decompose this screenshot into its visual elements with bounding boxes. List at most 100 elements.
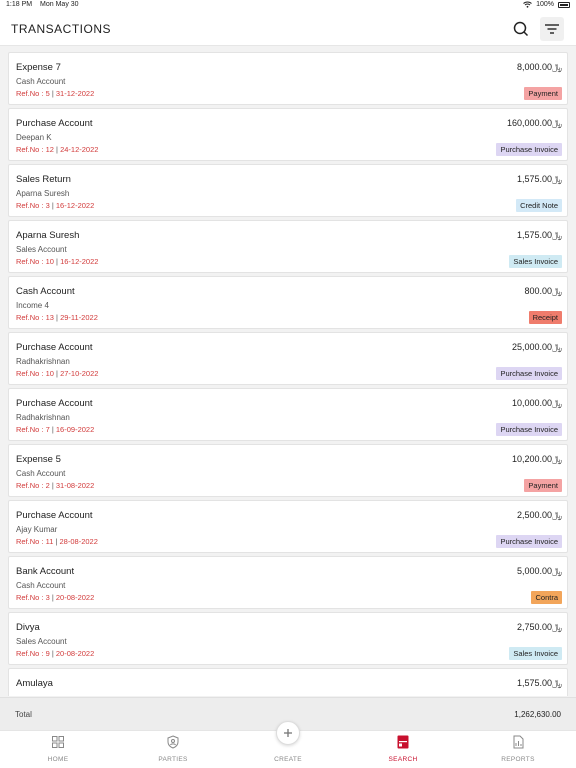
transaction-ref-line: Ref.No : 11 | 28-08-2022 <box>16 537 98 546</box>
transaction-card[interactable]: Purchase Account Radhakrishnan Ref.No : 10… <box>8 332 568 385</box>
transaction-ref-no: Ref.No : 11 <box>16 537 54 546</box>
transaction-date: 31-08-2022 <box>55 481 95 490</box>
parties-shield-icon <box>167 735 179 749</box>
transaction-card[interactable]: Purchase Account Radhakrishnan Ref.No : 7 … <box>8 388 568 441</box>
transaction-date: 20-08-2022 <box>55 593 95 602</box>
transaction-title: Purchase Account <box>16 342 93 353</box>
transaction-card[interactable]: Divya Sales Account Ref.No : 9 | 20-08-202… <box>8 612 568 665</box>
transaction-ref-line: Ref.No : 10 | 27-10-2022 <box>16 369 98 378</box>
tab-home[interactable]: HOME <box>28 735 88 763</box>
transaction-ref-no: Ref.No : 12 <box>16 145 54 154</box>
transaction-date: 31-12-2022 <box>55 89 95 98</box>
transaction-date: 16-12-2022 <box>60 257 99 266</box>
transaction-amount-line: 160,000.00﷼ <box>507 118 562 129</box>
transaction-amount-line: 8,000.00﷼ <box>517 62 562 73</box>
transaction-amount: 25,000.00 <box>511 342 553 352</box>
transaction-amount: 2,750.00 <box>516 622 553 632</box>
filter-button[interactable] <box>540 17 564 41</box>
transaction-card[interactable]: Bank Account Cash Account Ref.No : 3 | 20-… <box>8 556 568 609</box>
transaction-type-badge: Purchase Invoice <box>496 367 562 380</box>
transaction-account: Sales Account <box>16 637 67 646</box>
transaction-title: Divya <box>16 622 40 633</box>
currency-symbol: ﷼ <box>552 174 562 184</box>
transaction-title: Purchase Account <box>16 510 93 521</box>
wifi-icon <box>523 1 532 8</box>
transaction-type-badge: Payment <box>524 87 562 100</box>
transaction-card[interactable]: Purchase Account Ajay Kumar Ref.No : 11 | … <box>8 500 568 553</box>
transaction-amount-line: 10,200.00﷼ <box>512 454 562 465</box>
transaction-card[interactable]: Expense 7 Cash Account Ref.No : 5 | 31-12-… <box>8 52 568 105</box>
transaction-card[interactable]: Cash Account Income 4 Ref.No : 13 | 29-11-… <box>8 276 568 329</box>
battery-percent: 100% <box>536 1 554 8</box>
reports-icon <box>513 735 524 749</box>
currency-symbol: ﷼ <box>552 622 562 632</box>
transaction-date: 16-09-2022 <box>55 425 95 434</box>
transactions-list[interactable]: Expense 7 Cash Account Ref.No : 5 | 31-12-… <box>8 52 568 696</box>
transaction-title: Cash Account <box>16 286 75 297</box>
tab-search[interactable]: SEARCH <box>373 735 433 763</box>
transaction-type-badge: Credit Note <box>516 199 562 212</box>
transaction-account: Deepan K <box>16 133 52 142</box>
transaction-type-badge: Receipt <box>528 311 562 324</box>
battery-icon <box>558 1 570 8</box>
transaction-account: Aparna Suresh <box>16 189 70 198</box>
create-button[interactable] <box>276 721 300 745</box>
bottom-tab-bar: HOME PARTIES CREATE SEARCH REPORTS <box>0 721 576 768</box>
tab-reports[interactable]: REPORTS <box>488 735 548 763</box>
transaction-date: 28-08-2022 <box>59 537 98 546</box>
transaction-ref-line: Ref.No : 3 | 20-08-2022 <box>16 593 94 602</box>
transaction-account: Cash Account <box>16 469 66 478</box>
transaction-title: Sales Return <box>16 174 71 185</box>
status-bar: 1:18 PM Mon May 30 100% <box>0 0 576 12</box>
transaction-date: 24-12-2022 <box>60 145 99 154</box>
transaction-amount: 10,000.00 <box>511 398 553 408</box>
transaction-type-badge: Purchase Invoice <box>496 535 562 548</box>
transaction-ref-line: Ref.No : 13 | 29-11-2022 <box>16 313 98 322</box>
currency-symbol: ﷼ <box>552 678 562 688</box>
transaction-type-badge: Purchase Invoice <box>496 143 562 156</box>
transaction-title: Expense 5 <box>16 454 61 465</box>
transaction-card[interactable]: Expense 5 Cash Account Ref.No : 2 | 31-08-… <box>8 444 568 497</box>
transaction-card[interactable]: Purchase Account Deepan K Ref.No : 12 | 24… <box>8 108 568 161</box>
transaction-account: Sales Account <box>16 245 67 254</box>
transaction-ref-line: Ref.No : 10 | 16-12-2022 <box>16 257 98 266</box>
tab-parties[interactable]: PARTIES <box>143 735 203 763</box>
search-tab-icon <box>397 735 409 749</box>
currency-symbol: ﷼ <box>552 118 562 128</box>
app-header: TRANSACTIONS <box>0 12 576 46</box>
tab-search-label: SEARCH <box>388 756 418 763</box>
transaction-card[interactable]: Sales Return Aparna Suresh Ref.No : 3 | 16… <box>8 164 568 217</box>
transaction-amount: 5,000.00 <box>516 566 553 576</box>
transaction-amount-line: 1,575.00﷼ <box>517 678 562 689</box>
transaction-type-badge: Purchase Invoice <box>496 423 562 436</box>
transaction-account: Radhakrishnan <box>16 413 70 422</box>
transaction-ref-no: Ref.No : 13 <box>16 313 54 322</box>
transaction-amount: 2,500.00 <box>516 510 553 520</box>
search-button[interactable] <box>511 19 531 39</box>
currency-symbol: ﷼ <box>552 342 562 352</box>
tab-create-label[interactable]: CREATE <box>258 756 318 763</box>
transaction-account: Radhakrishnan <box>16 357 70 366</box>
transaction-title: Amulaya <box>16 678 53 689</box>
transaction-type-badge: Sales Invoice <box>509 255 562 268</box>
transaction-ref-no: Ref.No : 3 <box>16 593 50 602</box>
transaction-ref-no: Ref.No : 9 <box>16 649 50 658</box>
tab-reports-label: REPORTS <box>501 756 535 763</box>
transaction-card[interactable]: Amulaya 1,575.00﷼ <box>8 668 568 696</box>
transaction-card[interactable]: Aparna Suresh Sales Account Ref.No : 10 | … <box>8 220 568 273</box>
currency-symbol: ﷼ <box>552 566 562 576</box>
transaction-amount: 8,000.00 <box>516 62 553 72</box>
currency-symbol: ﷼ <box>552 398 562 408</box>
total-value: 1,262,630.00 <box>514 710 561 719</box>
search-icon <box>513 21 529 37</box>
transaction-ref-line: Ref.No : 5 | 31-12-2022 <box>16 89 94 98</box>
transaction-type-badge: Sales Invoice <box>509 647 562 660</box>
filter-icon <box>545 24 559 34</box>
transaction-date: 16-12-2022 <box>55 201 95 210</box>
transaction-date: 27-10-2022 <box>60 369 99 378</box>
transaction-amount: 10,200.00 <box>511 454 553 464</box>
page-title: TRANSACTIONS <box>11 22 112 36</box>
status-date: Mon May 30 <box>40 1 79 8</box>
status-left: 1:18 PM Mon May 30 <box>6 1 85 8</box>
transaction-date: 20-08-2022 <box>55 649 95 658</box>
